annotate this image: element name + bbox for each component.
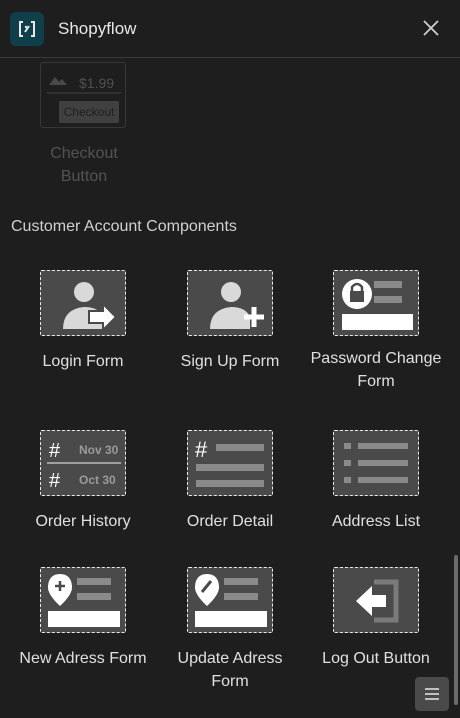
svg-text:#: #	[195, 437, 208, 462]
checkout-preview-button: Checkout	[59, 101, 119, 123]
checkout-button-thumbnail: $1.99 Checkout	[40, 62, 126, 128]
shopyflow-logo-icon	[10, 11, 44, 46]
component-label: Sign Up Form	[180, 353, 280, 370]
scrollbar[interactable]	[454, 555, 458, 705]
component-order-history[interactable]: # Nov 30 # Oct 30 Order History	[10, 430, 156, 533]
update-address-form-icon	[187, 567, 273, 633]
component-address-list[interactable]: Address List	[303, 430, 449, 533]
close-icon[interactable]	[420, 17, 442, 39]
component-update-address-form[interactable]: Update Adress Form	[157, 567, 303, 693]
section-title: Customer Account Components	[11, 218, 237, 235]
order-detail-icon: #	[187, 430, 273, 496]
component-label: Password Change Form	[310, 350, 442, 390]
component-sign-up-form[interactable]: Sign Up Form	[157, 270, 303, 373]
date-label: Nov 30	[79, 443, 119, 457]
password-change-form-icon	[333, 270, 419, 336]
component-label: Order Detail	[186, 513, 274, 530]
checkout-button-component[interactable]: $1.99 Checkout Checkout Button	[40, 62, 128, 188]
menu-icon[interactable]	[415, 677, 449, 711]
component-label: Log Out Button	[322, 650, 430, 667]
component-order-detail[interactable]: # Order Detail	[157, 430, 303, 533]
component-label: Login Form	[42, 353, 124, 370]
component-label: Order History	[35, 513, 131, 530]
log-out-button-icon	[333, 567, 419, 633]
address-list-icon	[333, 430, 419, 496]
sign-up-form-icon	[187, 270, 273, 336]
component-label: Address List	[331, 513, 421, 530]
component-label: Update Adress Form	[177, 650, 283, 690]
price-text: $1.99	[79, 75, 115, 91]
order-history-icon: # Nov 30 # Oct 30	[40, 430, 126, 496]
component-log-out-button[interactable]: Log Out Button	[303, 567, 449, 670]
svg-text:#: #	[49, 470, 61, 492]
panel-header: Shopyflow	[0, 0, 460, 58]
login-form-icon	[40, 270, 126, 336]
app-title: Shopyflow	[58, 18, 137, 38]
date-label: Oct 30	[79, 473, 116, 487]
svg-text:#: #	[49, 440, 61, 462]
new-address-form-icon	[40, 567, 126, 633]
component-label: Checkout Button	[50, 145, 118, 185]
component-label: New Adress Form	[19, 650, 147, 667]
component-password-change-form[interactable]: Password Change Form	[303, 270, 449, 393]
component-new-address-form[interactable]: New Adress Form	[10, 567, 156, 670]
component-login-form[interactable]: Login Form	[10, 270, 156, 373]
